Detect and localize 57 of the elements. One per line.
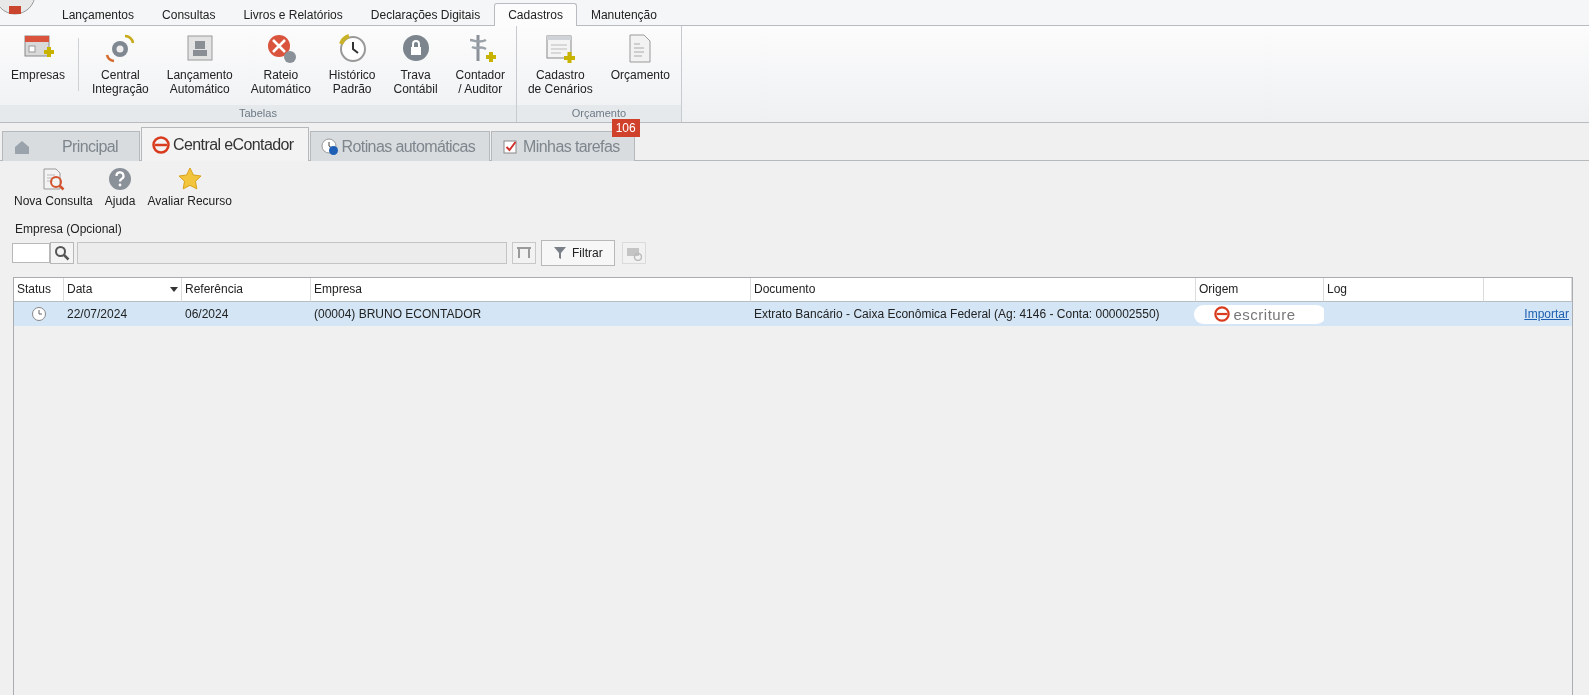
e-logo-icon — [152, 135, 170, 154]
column-header[interactable]: Referência — [182, 278, 311, 302]
ribbon-button[interactable]: Contador / Auditor — [446, 30, 514, 105]
menu-tab[interactable]: Manutenção — [576, 3, 671, 26]
filter-button[interactable]: Filtrar — [541, 240, 615, 266]
column-header[interactable]: Documento — [751, 278, 1196, 302]
menu-tab[interactable]: Declarações Digitais — [356, 3, 495, 26]
ribbon-button[interactable]: Central Integração — [83, 30, 158, 105]
toolbar-button[interactable]: Nova Consulta — [10, 167, 97, 208]
column-header[interactable] — [1484, 278, 1572, 302]
clear-filter-button[interactable] — [621, 242, 646, 264]
document-tab[interactable]: Central eContador — [141, 127, 309, 161]
ribbon-button[interactable]: Empresas — [2, 30, 75, 105]
column-header[interactable]: Status — [14, 278, 64, 302]
ribbon-group-label: Tabelas — [0, 105, 516, 122]
search-button[interactable] — [50, 242, 74, 264]
table-cell: (00004) BRUNO ECONTADOR — [311, 302, 751, 326]
column-header[interactable]: Empresa — [311, 278, 751, 302]
clear-filter-icon — [625, 245, 642, 261]
menu-tab[interactable]: Livros e Relatórios — [229, 3, 357, 26]
ribbon-button[interactable]: Cadastro de Cenários — [518, 30, 602, 105]
toolbar-button[interactable]: Ajuda — [100, 167, 140, 208]
columns-button[interactable] — [512, 242, 536, 264]
search-icon — [54, 245, 70, 261]
clock-icon — [31, 306, 47, 322]
ribbon-button[interactable]: Lançamento Automático — [157, 30, 242, 105]
ribbon-button[interactable]: Histórico Padrão — [319, 30, 385, 105]
ribbon-button[interactable]: Rateio Automático — [241, 30, 320, 105]
ribbon-icon — [544, 32, 577, 64]
menu-tab[interactable]: Lançamentos — [48, 3, 149, 26]
star-icon — [177, 167, 202, 191]
column-header[interactable]: Log — [1324, 278, 1484, 302]
ribbon-button[interactable]: Trava Contábil — [384, 30, 447, 105]
e-logo-icon — [1214, 306, 1231, 322]
help-icon — [108, 167, 133, 191]
company-code-field[interactable] — [12, 243, 50, 263]
sort-caret-icon — [170, 287, 178, 292]
column-header[interactable]: Data — [64, 278, 182, 302]
filter-icon — [553, 246, 567, 260]
ribbon-button[interactable]: Orçamento — [601, 30, 679, 105]
toolbar-button[interactable]: Avaliar Recurso — [143, 167, 236, 208]
import-link[interactable]: Importar — [1524, 307, 1569, 321]
columns-icon — [516, 246, 532, 260]
table-cell: Extrato Bancário - Caixa Econômica Federal (Ag: 4146 - Conta: 000002550) — [751, 302, 1196, 326]
ribbon-icon — [336, 32, 369, 64]
origin-name: escriture — [1233, 305, 1296, 323]
table-cell: 06/2024 — [182, 302, 311, 326]
table-cell: 22/07/2024 — [64, 302, 182, 326]
menu-tab[interactable]: Cadastros — [494, 3, 577, 26]
field-label: Empresa (Opcional) — [15, 222, 123, 236]
clock-icon — [320, 137, 339, 156]
ribbon-group-label: Orçamento — [516, 105, 681, 122]
menu-tab[interactable]: Consultas — [148, 3, 230, 26]
column-header[interactable]: Origem — [1196, 278, 1324, 302]
document-search-icon — [41, 167, 66, 191]
ribbon-icon — [104, 32, 137, 64]
count-badge: 106 — [611, 119, 640, 137]
